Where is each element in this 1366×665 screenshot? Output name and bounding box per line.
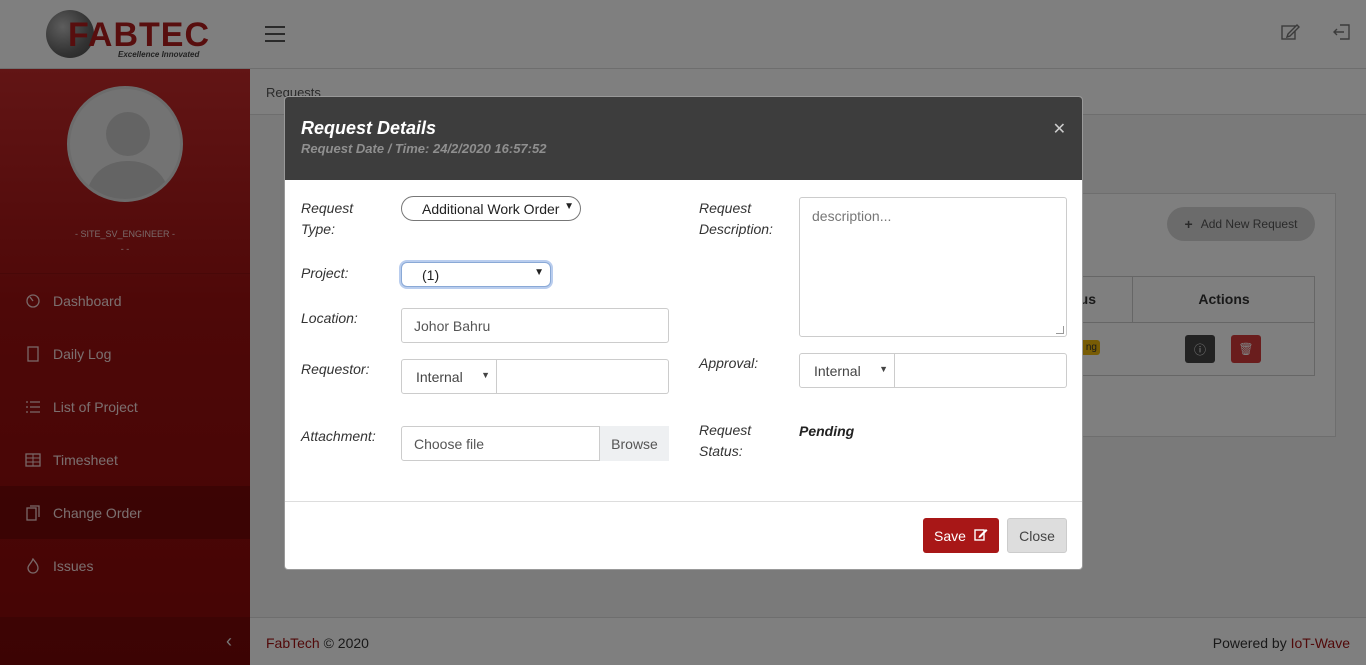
approval-type-select[interactable]: Internal ▼	[799, 353, 895, 388]
request-description-label: Request Description:	[699, 200, 773, 237]
attachment-file-input[interactable]: Choose file Browse	[401, 426, 669, 461]
request-status-value: Pending	[799, 423, 855, 439]
dropdown-arrow-icon: ▼	[564, 201, 574, 212]
resize-grip-icon[interactable]	[1056, 326, 1064, 334]
browse-button[interactable]: Browse	[599, 426, 669, 461]
close-button[interactable]: Close	[1007, 518, 1067, 553]
attachment-placeholder: Choose file	[414, 435, 485, 452]
modal-subtitle: Request Date / Time: 24/2/2020 16:57:52	[301, 141, 547, 156]
modal-header: Request Details Request Date / Time: 24/…	[285, 97, 1082, 180]
dropdown-arrow-icon: ▼	[534, 267, 544, 278]
location-field[interactable]: Johor Bahru	[401, 308, 669, 343]
request-status-label: Request Status:	[699, 422, 752, 459]
attachment-label: Attachment:	[301, 428, 376, 444]
project-label: Project:	[301, 265, 349, 281]
requestor-type-value: Internal	[416, 368, 463, 385]
close-icon[interactable]: ✕	[1053, 119, 1066, 139]
approval-label: Approval:	[699, 355, 759, 371]
requestor-type-select[interactable]: Internal ▼	[401, 359, 497, 394]
save-button[interactable]: Save	[923, 518, 999, 553]
approval-type-value: Internal	[814, 362, 861, 379]
modal-title: Request Details	[301, 118, 437, 138]
project-value: (1)	[422, 266, 440, 283]
project-select[interactable]: (1) ▼	[401, 262, 551, 287]
request-description-field[interactable]: description...	[799, 197, 1067, 337]
request-type-label: Request Type:	[301, 200, 354, 237]
dropdown-arrow-icon: ▼	[879, 364, 888, 374]
modal-body: Request Type: Additional Work Order ▼ Pr…	[285, 180, 1082, 502]
approval-name-field[interactable]	[895, 353, 1067, 388]
edit-icon	[974, 527, 988, 544]
request-details-modal: Request Details Request Date / Time: 24/…	[284, 96, 1083, 570]
request-type-value: Additional Work Order	[422, 200, 560, 217]
dropdown-arrow-icon: ▼	[481, 370, 490, 380]
requestor-label: Requestor:	[301, 361, 370, 377]
requestor-name-field[interactable]	[497, 359, 669, 394]
request-type-select[interactable]: Additional Work Order ▼	[401, 196, 581, 221]
location-label: Location:	[301, 310, 358, 326]
save-button-label: Save	[934, 527, 966, 544]
description-placeholder: description...	[812, 208, 892, 224]
